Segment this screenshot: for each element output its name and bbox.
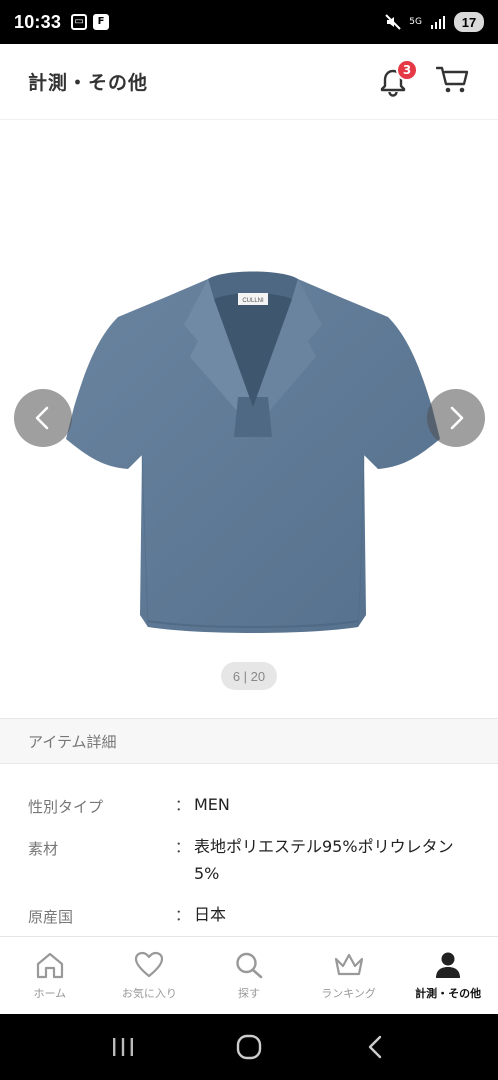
detail-label: 素材 (28, 840, 59, 858)
person-icon (436, 952, 461, 978)
status-notification-icons: ▭ F (71, 14, 110, 30)
next-image-button[interactable] (427, 389, 485, 447)
page-title: 計測・その他 (28, 72, 149, 94)
detail-label: 原産国 (28, 908, 74, 926)
detail-value: 表地ポリエステル95%ポリウレタン5% (194, 837, 454, 883)
section-title: アイテム詳細 (28, 732, 117, 751)
crown-icon (334, 953, 363, 975)
detail-colon: ： (175, 796, 191, 814)
previous-image-button[interactable] (14, 389, 72, 447)
home-system-button[interactable] (229, 1027, 269, 1067)
tab-favorites[interactable]: お気に入り (100, 937, 200, 1014)
detail-value: MEN (194, 795, 230, 814)
mute-icon (385, 14, 402, 30)
tab-home[interactable]: ホーム (0, 937, 100, 1014)
twitch-notification-icon: ▭ (71, 14, 88, 30)
system-navigation-bar (0, 1014, 498, 1080)
recent-apps-button[interactable] (103, 1027, 143, 1067)
detail-label: 性別タイプ (28, 798, 104, 816)
header-actions: 3 (378, 58, 470, 99)
notification-button[interactable]: 3 (378, 58, 418, 97)
status-bar: 10:33 ▭ F 5G 17 (0, 0, 498, 44)
tab-label: お気に入り (121, 986, 177, 1000)
back-icon (368, 1035, 382, 1059)
signal-icon (431, 16, 445, 29)
item-details-section-header: アイテム詳細 (0, 718, 498, 764)
notification-badge: 3 (396, 58, 418, 81)
home-circle-icon (236, 1034, 262, 1060)
tab-label: 計測・その他 (415, 986, 482, 1000)
tab-search[interactable]: 探す (199, 937, 299, 1014)
back-button[interactable] (355, 1027, 395, 1067)
battery-indicator: 17 (454, 12, 484, 32)
detail-colon: ： (175, 838, 191, 856)
detail-value: 日本 (194, 905, 227, 924)
search-icon (236, 952, 263, 978)
recent-apps-icon (113, 1038, 133, 1056)
app-header: 計測・その他 3 (0, 44, 498, 120)
bottom-tab-bar: ホーム お気に入り 探す ランキング 計測・その他 (0, 936, 498, 1014)
brand-label: CULLNI (242, 298, 264, 304)
chevron-left-icon (35, 406, 49, 430)
image-page-counter: 6 | 20 (221, 662, 277, 690)
app-notification-icon: F (93, 14, 110, 30)
cart-button[interactable] (435, 65, 470, 99)
tab-label: 探す (237, 986, 260, 1000)
tab-ranking[interactable]: ランキング (299, 937, 399, 1014)
detail-colon: ： (175, 906, 191, 924)
product-image-gallery[interactable]: CULLNI 6 | 20 (0, 121, 498, 718)
cart-icon (435, 66, 469, 92)
status-system-icons: 5G 17 (385, 12, 484, 32)
tab-label: ランキング (321, 986, 376, 1000)
network-type-label: 5G (409, 16, 422, 27)
heart-icon (135, 951, 164, 977)
tab-label: ホーム (33, 986, 67, 1000)
status-time: 10:33 (14, 11, 62, 32)
tab-measure-other[interactable]: 計測・その他 (398, 937, 498, 1014)
chevron-right-icon (450, 406, 464, 430)
home-icon (36, 952, 63, 978)
product-image-shirt: CULLNI (66, 271, 440, 633)
